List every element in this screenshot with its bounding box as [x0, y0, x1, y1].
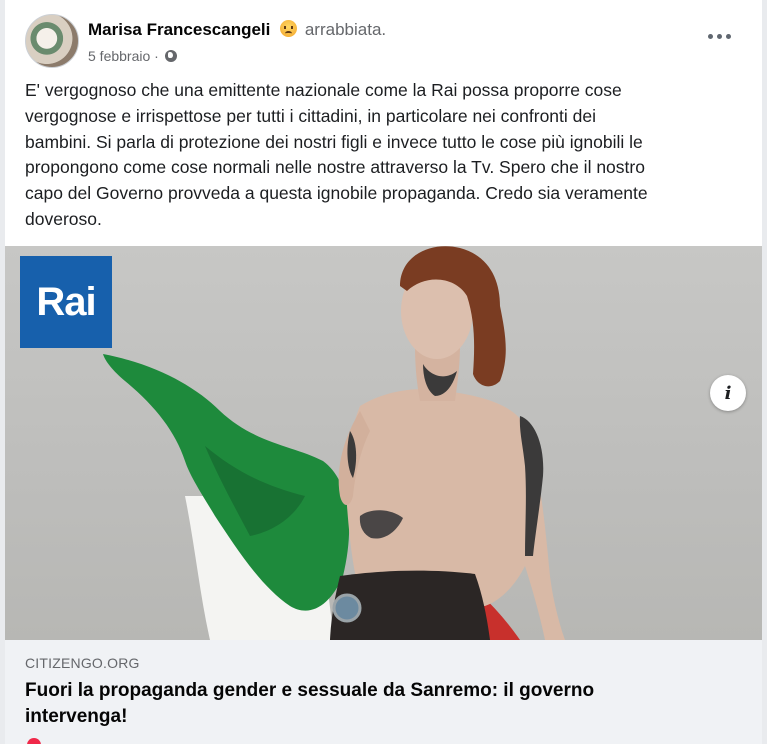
- post-meta: 5 febbraio ·: [88, 48, 177, 64]
- post-text-line: capo del Governo provveda a questa ignob…: [25, 183, 648, 204]
- meta-separator: ·: [154, 48, 159, 64]
- post-text-line: bambini. Si parla di protezione dei nost…: [25, 131, 643, 152]
- author-line: Marisa Francescangeli arrabbiata.: [88, 20, 386, 40]
- link-domain: CITIZENGO.ORG: [25, 655, 140, 671]
- photo-illustration: [103, 246, 565, 640]
- info-icon[interactable]: i: [710, 375, 746, 411]
- post-text-line: propongono come cose normali nelle nostr…: [25, 157, 645, 178]
- globe-icon[interactable]: [164, 50, 177, 62]
- link-title[interactable]: Fuori la propaganda gender e sessuale da…: [25, 678, 725, 730]
- feeling-text: arrabbiata.: [304, 20, 387, 39]
- link-title-line: Fuori la propaganda gender e sessuale da…: [25, 680, 595, 701]
- rai-logo-text: Rai: [36, 279, 96, 324]
- angry-face-emoji-icon: [280, 20, 298, 37]
- more-dot-icon: [708, 34, 713, 39]
- post-text-line: doveroso.: [25, 208, 102, 229]
- post-card: Marisa Francescangeli arrabbiata. 5 febb…: [5, 0, 762, 744]
- post-text-line: vergognose e irrispettose per tutti i ci…: [25, 105, 596, 126]
- more-dot-icon: [726, 34, 731, 39]
- more-options-button[interactable]: [708, 30, 732, 42]
- post-header: Marisa Francescangeli arrabbiata. 5 febb…: [25, 14, 742, 70]
- author-name[interactable]: Marisa Francescangeli: [88, 20, 270, 39]
- link-preview[interactable]: CITIZENGO.ORG Fuori la propaganda gender…: [5, 640, 762, 744]
- more-dot-icon: [717, 34, 722, 39]
- post-text-line: E' vergognoso che una emittente nazional…: [25, 80, 622, 100]
- belt-buckle: [332, 593, 362, 623]
- post-date[interactable]: 5 febbraio: [88, 48, 150, 64]
- rai-logo: Rai: [20, 256, 112, 348]
- post-text: E' vergognoso che una emittente nazional…: [25, 78, 735, 233]
- link-title-line: intervenga!: [25, 706, 128, 727]
- author-avatar[interactable]: [25, 14, 79, 68]
- link-preview-image[interactable]: Rai: [5, 246, 762, 640]
